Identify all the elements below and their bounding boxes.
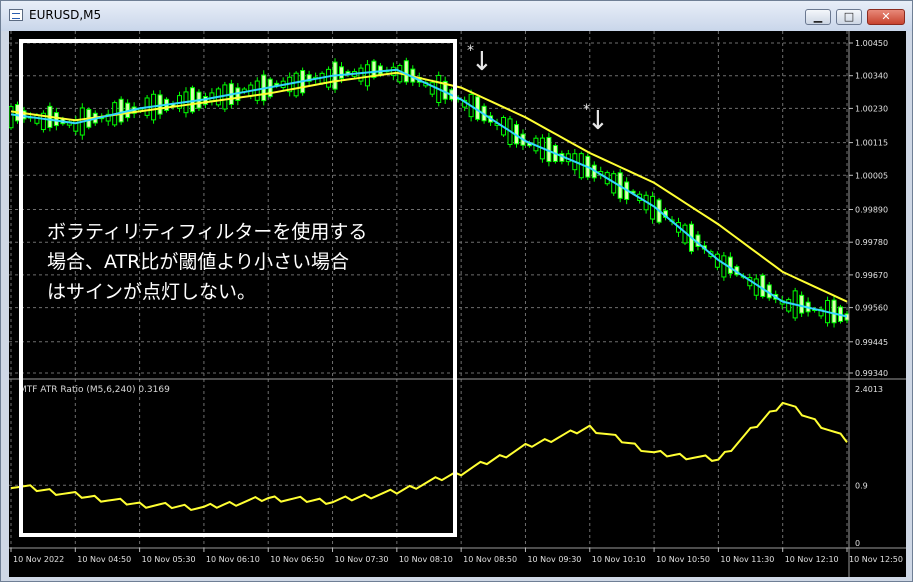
candle-body	[9, 106, 14, 129]
close-button[interactable]: ✕	[867, 9, 905, 25]
signal-star-icon: *	[467, 43, 474, 59]
indicator-axis: 2.4013 0.9 0	[855, 385, 883, 548]
annotation-line: はサインが点灯しない。	[47, 281, 257, 303]
annotation-line: ボラティリティフィルターを使用する	[47, 221, 368, 243]
down-arrow-icon: ↓	[471, 47, 493, 77]
price-tick-label: 1.00230	[855, 104, 888, 113]
indicator-tick-label: 2.4013	[855, 385, 883, 394]
annotation-text: ボラティリティフィルターを使用する 場合、ATR比が閾値より小さい場合 はサイン…	[47, 217, 447, 307]
candle-body	[760, 274, 766, 297]
price-tick-label: 0.99780	[855, 238, 888, 247]
time-tick-label: 10 Nov 06:50	[270, 555, 324, 564]
price-axis: 1.00450 1.00340 1.00230 1.00115 1.00005 0.998…	[849, 39, 888, 378]
candle-body	[727, 256, 733, 274]
indicator-tick-label: 0	[855, 539, 860, 548]
chart-window-icon	[9, 9, 23, 21]
price-tick-label: 1.00005	[855, 171, 888, 180]
chart-window: EURUSD,M5 ▁ □ ✕ 1.00450 1.00340 1.00230 1.0…	[0, 0, 913, 582]
window-title: EURUSD,M5	[29, 8, 102, 22]
time-tick-label: 10 Nov 11:30	[720, 555, 774, 564]
candle-body	[753, 278, 759, 296]
price-tick-label: 0.99445	[855, 338, 888, 347]
price-tick-label: 1.00450	[855, 39, 888, 48]
time-tick-label: 10 Nov 08:10	[399, 555, 453, 564]
down-arrow-icon: ↓	[587, 106, 609, 136]
maximize-button[interactable]: □	[836, 9, 862, 25]
time-tick-label: 10 Nov 06:10	[206, 555, 260, 564]
indicator-tick-label: 0.9	[855, 481, 868, 490]
time-tick-label: 10 Nov 12:10	[785, 555, 839, 564]
time-tick-label: 10 Nov 12:50	[849, 555, 903, 564]
time-tick-label: 10 Nov 05:30	[142, 555, 196, 564]
title-bar[interactable]: EURUSD,M5 ▁ □ ✕	[1, 1, 912, 31]
minimize-button[interactable]: ▁	[805, 9, 831, 25]
time-tick-label: 10 Nov 04:50	[77, 555, 131, 564]
time-tick-label: 10 Nov 10:10	[592, 555, 646, 564]
sell-signal-arrow-2: ↓ *	[583, 102, 609, 136]
candle-body	[799, 294, 805, 314]
price-tick-label: 0.99670	[855, 271, 888, 280]
time-axis: 10 Nov 2022 10 Nov 04:50 10 Nov 05:30 10 No…	[10, 548, 903, 564]
time-tick-label: 10 Nov 10:50	[656, 555, 710, 564]
signal-star-icon: *	[583, 102, 590, 118]
time-tick-label: 10 Nov 09:30	[527, 555, 581, 564]
candle-body	[721, 255, 727, 278]
annotation-line: 場合、ATR比が閾値より小さい場合	[47, 251, 349, 273]
price-tick-label: 1.00115	[855, 139, 888, 148]
price-tick-label: 1.00340	[855, 72, 888, 81]
time-tick-label: 10 Nov 2022	[13, 555, 64, 564]
price-tick-label: 0.99340	[855, 369, 888, 378]
time-tick-label: 10 Nov 07:30	[335, 555, 389, 564]
chart-canvas[interactable]: 1.00450 1.00340 1.00230 1.00115 1.00005 0.998…	[9, 31, 906, 577]
sell-signal-arrow-1: ↓ *	[467, 43, 493, 77]
time-tick-label: 10 Nov 08:50	[463, 555, 517, 564]
candle-body	[831, 299, 837, 324]
price-tick-label: 0.99890	[855, 205, 888, 214]
candle-body	[786, 299, 792, 312]
price-tick-label: 0.99560	[855, 304, 888, 313]
